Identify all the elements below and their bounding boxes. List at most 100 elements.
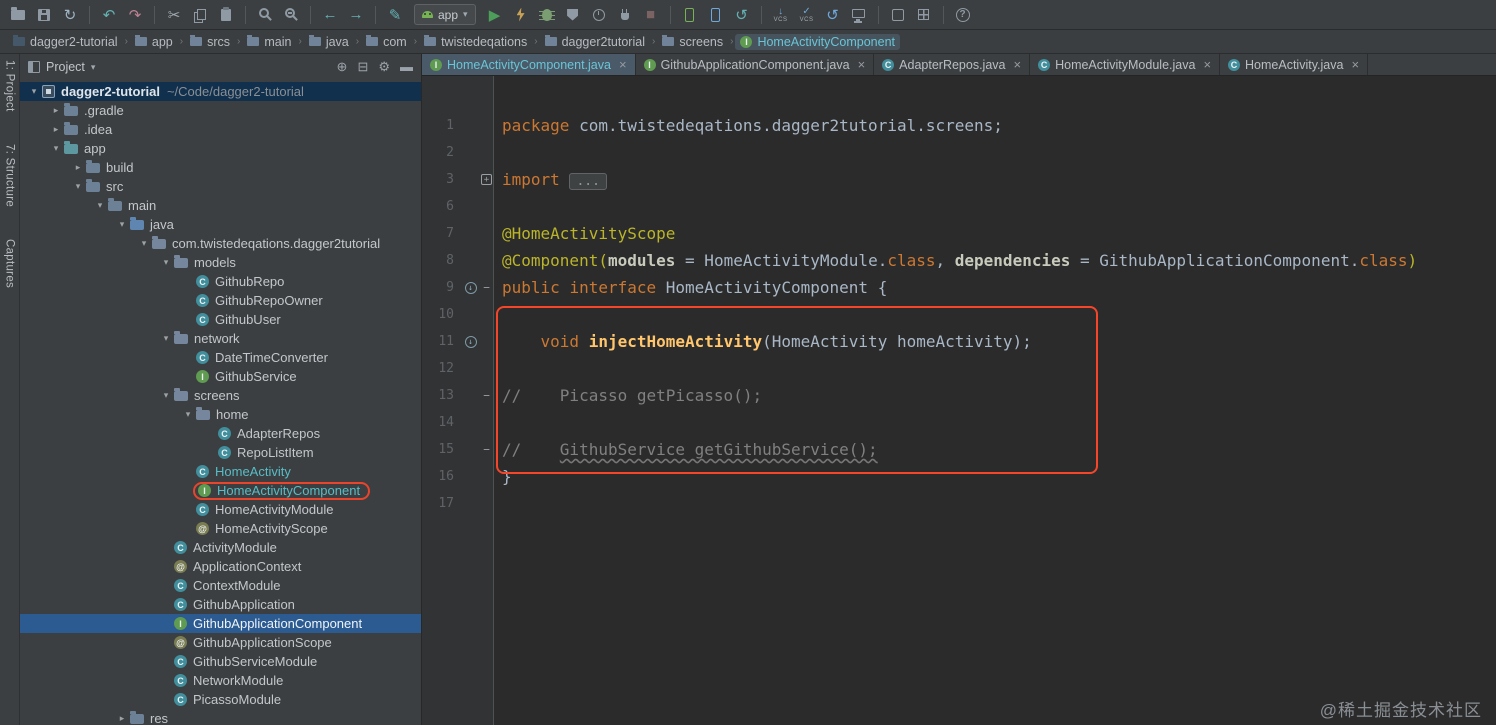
chevron-right-icon[interactable]: ▸ bbox=[48, 105, 64, 116]
code-line-10[interactable]: 10 bbox=[422, 301, 1496, 328]
breadcrumb-item-main[interactable]: main bbox=[242, 34, 296, 50]
tree-item-activitymodule[interactable]: C ActivityModule bbox=[20, 538, 421, 557]
console-icon[interactable] bbox=[847, 4, 871, 26]
tree-item-homeactivityscope[interactable]: @ HomeActivityScope bbox=[20, 519, 421, 538]
tree-item-network[interactable]: ▾ network bbox=[20, 329, 421, 348]
tree-item-githubapplicationscope[interactable]: @ GithubApplicationScope bbox=[20, 633, 421, 652]
tree-item-models[interactable]: ▾ models bbox=[20, 253, 421, 272]
tree-item-githubservicemodule[interactable]: C GithubServiceModule bbox=[20, 652, 421, 671]
tree-item-applicationcontext[interactable]: @ ApplicationContext bbox=[20, 557, 421, 576]
copy-icon[interactable] bbox=[188, 4, 212, 26]
forward-icon[interactable]: → bbox=[344, 4, 368, 26]
tree-item-src[interactable]: ▾ src bbox=[20, 177, 421, 196]
close-icon[interactable]: × bbox=[1014, 57, 1022, 72]
replace-icon[interactable] bbox=[279, 4, 303, 26]
chevron-down-icon[interactable]: ▾ bbox=[158, 257, 174, 268]
close-icon[interactable]: × bbox=[1203, 57, 1211, 72]
code-line-15[interactable]: 15 −// GithubService getGithubService(); bbox=[422, 436, 1496, 463]
breadcrumb-item-com[interactable]: com bbox=[361, 34, 412, 50]
implemented-marker-icon[interactable]: ↓ bbox=[464, 281, 477, 294]
tree-item-adapterrepos[interactable]: C AdapterRepos bbox=[20, 424, 421, 443]
back-icon[interactable]: ← bbox=[318, 4, 342, 26]
breadcrumb-item-screens[interactable]: screens bbox=[657, 34, 728, 50]
debug-icon[interactable] bbox=[535, 4, 559, 26]
breadcrumb-item-dagger2-tutorial[interactable]: dagger2-tutorial bbox=[8, 34, 123, 50]
implemented-marker-icon[interactable]: ↓ bbox=[464, 335, 477, 348]
tree-item-repolistitem[interactable]: C RepoListItem bbox=[20, 443, 421, 462]
chevron-down-icon[interactable]: ▾ bbox=[114, 219, 130, 230]
tree-item-main[interactable]: ▾ main bbox=[20, 196, 421, 215]
chevron-down-icon[interactable]: ▾ bbox=[91, 62, 96, 73]
code-line-13[interactable]: 13 −// Picasso getPicasso(); bbox=[422, 382, 1496, 409]
code-line-2[interactable]: 2 bbox=[422, 139, 1496, 166]
tree-item-res[interactable]: ▸ res bbox=[20, 709, 421, 725]
edit-pencil-icon[interactable]: ✎ bbox=[383, 4, 407, 26]
code-line-16[interactable]: 16} bbox=[422, 463, 1496, 490]
save-all-icon[interactable] bbox=[32, 4, 56, 26]
fold-expand-icon[interactable]: + bbox=[481, 174, 492, 185]
tree-item-githubrepoowner[interactable]: C GithubRepoOwner bbox=[20, 291, 421, 310]
code-line-7[interactable]: 7 @HomeActivityScope bbox=[422, 220, 1496, 247]
breadcrumb-item-srcs[interactable]: srcs bbox=[185, 34, 235, 50]
code-line-8[interactable]: 8 @Component(modules = HomeActivityModule… bbox=[422, 247, 1496, 274]
breadcrumb-item-dagger2tutorial[interactable]: dagger2tutorial bbox=[540, 34, 650, 50]
code-line-1[interactable]: 1 package com.twistedeqations.dagger2tuto… bbox=[422, 112, 1496, 139]
run-icon[interactable]: ▶ bbox=[483, 4, 507, 26]
editor-tab-homeactivity-java[interactable]: C HomeActivity.java × bbox=[1220, 54, 1369, 75]
tree-item-githubapplication[interactable]: C GithubApplication bbox=[20, 595, 421, 614]
sync-icon[interactable]: ↻ bbox=[58, 4, 82, 26]
chevron-down-icon[interactable]: ▾ bbox=[92, 200, 108, 211]
editor-tab-adapterrepos-java[interactable]: C AdapterRepos.java × bbox=[874, 54, 1031, 75]
chevron-down-icon[interactable]: ▾ bbox=[70, 181, 86, 192]
run-config-select[interactable]: app ▾ bbox=[414, 4, 476, 25]
scroll-to-source-icon[interactable]: ⊕ bbox=[337, 59, 348, 75]
coverage-icon[interactable] bbox=[561, 4, 585, 26]
tree-item-githubservice[interactable]: I GithubService bbox=[20, 367, 421, 386]
fold-collapse-icon[interactable]: − bbox=[483, 389, 490, 402]
fold-collapse-icon[interactable]: − bbox=[483, 281, 490, 294]
breadcrumb-item-app[interactable]: app bbox=[130, 34, 178, 50]
breadcrumb-item-java[interactable]: java bbox=[304, 34, 354, 50]
tool-window-button-1-project[interactable]: 1: Project bbox=[4, 60, 16, 112]
tree-item-datetimeconverter[interactable]: C DateTimeConverter bbox=[20, 348, 421, 367]
stop-icon[interactable]: ■ bbox=[639, 4, 663, 26]
tree-item-contextmodule[interactable]: C ContextModule bbox=[20, 576, 421, 595]
tree-item-app[interactable]: ▾ app bbox=[20, 139, 421, 158]
chevron-down-icon[interactable]: ▾ bbox=[180, 409, 196, 420]
undo-icon[interactable]: ↶ bbox=[97, 4, 121, 26]
chevron-down-icon[interactable]: ▾ bbox=[158, 390, 174, 401]
profile-icon[interactable] bbox=[587, 4, 611, 26]
open-project-icon[interactable] bbox=[6, 4, 30, 26]
cut-icon[interactable]: ✂ bbox=[162, 4, 186, 26]
tree-item-homeactivity[interactable]: C HomeActivity bbox=[20, 462, 421, 481]
hide-panel-icon[interactable]: ▬ bbox=[400, 59, 413, 75]
vcs-update-icon[interactable]: ↓ VCS bbox=[769, 4, 793, 26]
vcs-commit-icon[interactable]: ✓ VCS bbox=[795, 4, 819, 26]
tree-item-picassomodule[interactable]: C PicassoModule bbox=[20, 690, 421, 709]
chevron-down-icon[interactable]: ▾ bbox=[26, 86, 42, 97]
close-icon[interactable]: × bbox=[1351, 57, 1359, 72]
android-device-monitor-icon[interactable] bbox=[678, 4, 702, 26]
breadcrumb-item-twistedeqations[interactable]: twistedeqations bbox=[419, 34, 532, 50]
code-line-6[interactable]: 6 bbox=[422, 193, 1496, 220]
gradle-sync-icon[interactable]: ↺ bbox=[730, 4, 754, 26]
layout-inspector-icon[interactable] bbox=[912, 4, 936, 26]
chevron-down-icon[interactable]: ▾ bbox=[48, 143, 64, 154]
attach-debugger-icon[interactable] bbox=[613, 4, 637, 26]
apply-changes-icon[interactable] bbox=[509, 4, 533, 26]
chevron-down-icon[interactable]: ▾ bbox=[158, 333, 174, 344]
code-line-11[interactable]: 11 ↓ void injectHomeActivity(HomeActivity… bbox=[422, 328, 1496, 355]
tree-item-home[interactable]: ▾ home bbox=[20, 405, 421, 424]
tree-item-githubuser[interactable]: C GithubUser bbox=[20, 310, 421, 329]
avd-manager-icon[interactable] bbox=[704, 4, 728, 26]
tool-window-button-7-structure[interactable]: 7: Structure bbox=[4, 144, 16, 207]
tree-item-com-twistedeqations-dagger2tutorial[interactable]: ▾ com.twistedeqations.dagger2tutorial bbox=[20, 234, 421, 253]
redo-icon[interactable]: ↷ bbox=[123, 4, 147, 26]
chevron-right-icon[interactable]: ▸ bbox=[48, 124, 64, 135]
tool-window-button-captures[interactable]: Captures bbox=[4, 239, 16, 288]
revert-icon[interactable]: ↺ bbox=[821, 4, 845, 26]
chevron-right-icon[interactable]: ▸ bbox=[114, 713, 130, 724]
tree-item-githubrepo[interactable]: C GithubRepo bbox=[20, 272, 421, 291]
tree-item-idea[interactable]: ▸ .idea bbox=[20, 120, 421, 139]
code-line-12[interactable]: 12 bbox=[422, 355, 1496, 382]
